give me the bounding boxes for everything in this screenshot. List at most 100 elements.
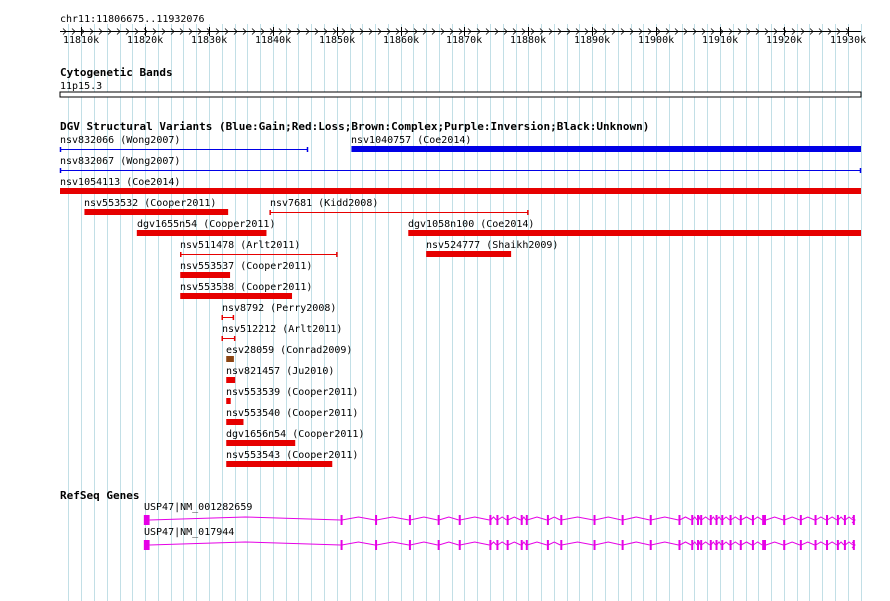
variant-feature-nsv821457[interactable] [226,377,236,383]
gene-label: USP47|NM_017944 [144,527,235,538]
gene-intron [740,516,753,521]
variant-label: nsv553532 (Cooper2011) [84,198,217,209]
gene-model[interactable] [143,515,856,525]
gene-exon [408,540,411,550]
variant-label: dgv1656n54 (Cooper2011) [226,429,365,440]
gene-exon [814,540,817,550]
variant-label: nsv553540 (Cooper2011) [226,408,359,419]
variant-label: nsv832067 (Wong2007) [60,156,181,167]
gene-exon [621,515,624,525]
gene-exon [843,540,846,550]
ruler-tick-label: 11890k [574,35,611,46]
variant-feature-nsv524777[interactable] [426,251,512,257]
gene-exon [143,540,150,550]
variant-feature-nsv832066[interactable] [59,147,309,152]
variant-feature-dgv1058n100[interactable] [408,230,861,236]
gene-intron [740,541,753,546]
gene-model[interactable] [143,540,856,550]
gene-intron [594,516,622,521]
variant-label: nsv1040757 (Coe2014) [351,135,472,146]
variant-feature-nsv511478[interactable] [179,252,338,257]
gene-intron [815,541,827,546]
gene-intron [622,516,650,521]
gene-exon [649,540,652,550]
variant-feature-nsv832067[interactable] [59,168,862,173]
gene-exon [375,515,378,525]
gene-exon [762,540,766,550]
gene-exon [715,540,718,550]
gene-intron [459,541,490,546]
variant-label: nsv7681 (Kidd2008) [270,198,379,209]
gene-exon [696,515,699,525]
gene-intron [526,541,548,546]
gene-exon [836,515,839,525]
gene-intron [438,516,459,521]
gene-exon [489,515,492,525]
variant-feature-nsv553543[interactable] [226,461,333,467]
gene-exon [678,540,681,550]
gene-exon [715,515,718,525]
gene-intron [526,516,548,521]
variant-feature-nsv1054113[interactable] [60,188,861,194]
variant-label: dgv1058n100 (Coe2014) [408,219,535,230]
variant-feature-nsv512212[interactable] [221,336,236,341]
gene-intron [800,541,815,546]
gene-intron [507,541,521,546]
gene-intron [701,516,711,521]
gene-intron [497,516,507,521]
gene-exon [783,515,786,525]
variant-label: esv28059 (Conrad2009) [226,345,353,356]
gene-intron [547,541,561,546]
variant-feature-nsv553537[interactable] [180,272,231,278]
gene-exon [826,515,829,525]
gene-exon [496,515,499,525]
gene-intron [730,541,741,546]
gene-intron [815,516,827,521]
gene-intron [844,516,854,521]
gene-intron [765,516,784,521]
variant-feature-nsv553532[interactable] [84,209,229,215]
gene-exon [649,515,652,525]
variant-feature-nsv553540[interactable] [226,419,244,425]
gene-exon [691,515,694,525]
variant-feature-nsv7681[interactable] [269,210,529,215]
variant-label: nsv1054113 (Coe2014) [60,177,181,188]
gene-intron [784,516,801,521]
variant-feature-dgv1656n54[interactable] [226,440,296,446]
gene-exon [340,515,343,525]
gene-intron [490,541,497,546]
variant-feature-nsv553539[interactable] [226,398,231,404]
variant-feature-esv28059[interactable] [226,356,234,362]
variant-feature-nsv1040757[interactable] [351,146,861,152]
variant-feature-nsv8792[interactable] [221,315,235,320]
gene-intron [459,516,490,521]
gene-intron [679,541,692,546]
variant-feature-dgv1655n54[interactable] [136,230,267,236]
ruler-tick-label: 11900k [638,35,675,46]
gene-intron [730,516,741,521]
gene-exon [408,515,411,525]
cytoband-bar[interactable] [59,91,862,98]
ruler-tick-label: 11850k [319,35,356,46]
gene-exon [525,515,528,525]
gene-exon [783,540,786,550]
gene-exon [799,540,802,550]
gene-exon [691,540,694,550]
gene-intron [679,516,692,521]
gene-exon [836,540,839,550]
gene-exon [593,540,596,550]
variant-label: nsv553539 (Cooper2011) [226,387,359,398]
gene-exon [520,515,523,525]
gene-exon [700,515,703,525]
gene-intron [827,516,838,521]
gene-intron [438,541,459,546]
variant-feature-nsv553538[interactable] [180,293,293,299]
variant-label: nsv8792 (Perry2008) [222,303,337,314]
ruler-tick-label: 11930k [830,35,867,46]
ruler-tick-label: 11920k [766,35,803,46]
gene-exon [729,515,732,525]
gene-intron [827,541,838,546]
ruler-tick-label: 11860k [383,35,420,46]
gene-exon [143,515,150,525]
ruler-tick-label: 11870k [446,35,483,46]
